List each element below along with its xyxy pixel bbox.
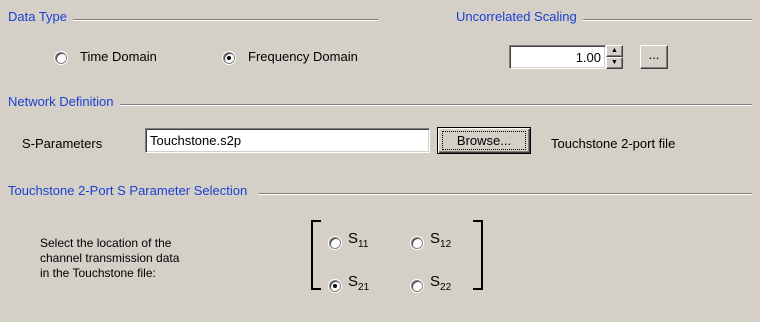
s22-radio[interactable] xyxy=(411,280,423,292)
s22-label[interactable]: S22 xyxy=(430,273,452,293)
scaling-spin-up[interactable]: ▲ xyxy=(606,45,623,57)
browse-button[interactable]: Browse... xyxy=(437,127,531,154)
s12-sub: 12 xyxy=(440,239,452,250)
matrix-right-bracket xyxy=(473,220,483,290)
s11-label[interactable]: S11 xyxy=(348,230,369,250)
selection-title: Touchstone 2-Port S Parameter Selection xyxy=(8,183,260,198)
instruction-line-3: in the Touchstone file: xyxy=(40,266,156,280)
s12-label[interactable]: S12 xyxy=(430,230,452,250)
s21-radio[interactable] xyxy=(329,280,341,292)
scaling-more-button[interactable]: ... xyxy=(640,45,668,69)
browse-label: Browse... xyxy=(456,133,512,148)
s11-base: S xyxy=(348,230,359,247)
s12-base: S xyxy=(430,230,441,247)
s21-sub: 21 xyxy=(358,282,370,293)
s-parameters-file-input[interactable]: Touchstone.s2p xyxy=(145,128,430,153)
file-description: Touchstone 2-port file xyxy=(551,136,676,151)
time-domain-radio[interactable] xyxy=(55,52,67,64)
frequency-domain-label[interactable]: Frequency Domain xyxy=(248,49,358,64)
frequency-domain-radio[interactable] xyxy=(223,52,235,64)
scaling-input[interactable]: 1.00 xyxy=(509,45,606,69)
s22-base: S xyxy=(430,273,441,290)
file-value: Touchstone.s2p xyxy=(150,133,242,148)
scaling-title: Uncorrelated Scaling xyxy=(456,9,583,24)
time-domain-label[interactable]: Time Domain xyxy=(80,49,157,64)
network-title: Network Definition xyxy=(8,94,120,109)
s22-sub: 22 xyxy=(440,282,452,293)
s21-base: S xyxy=(348,273,359,290)
s21-label[interactable]: S21 xyxy=(348,273,370,293)
network-separator xyxy=(8,104,752,106)
instruction-line-2: channel transmission data xyxy=(40,251,180,265)
data-type-title: Data Type xyxy=(8,9,74,24)
s12-radio[interactable] xyxy=(411,237,423,249)
matrix-left-bracket xyxy=(311,220,321,290)
instruction-line-1: Select the location of the xyxy=(40,236,172,250)
radio-selected-dot xyxy=(227,56,231,60)
radio-selected-dot xyxy=(333,284,337,288)
s-parameters-label: S-Parameters xyxy=(22,136,103,151)
scaling-value: 1.00 xyxy=(575,50,601,65)
s11-radio[interactable] xyxy=(329,237,341,249)
s11-sub: 11 xyxy=(358,239,369,250)
scaling-spin-down[interactable]: ▼ xyxy=(606,57,623,69)
